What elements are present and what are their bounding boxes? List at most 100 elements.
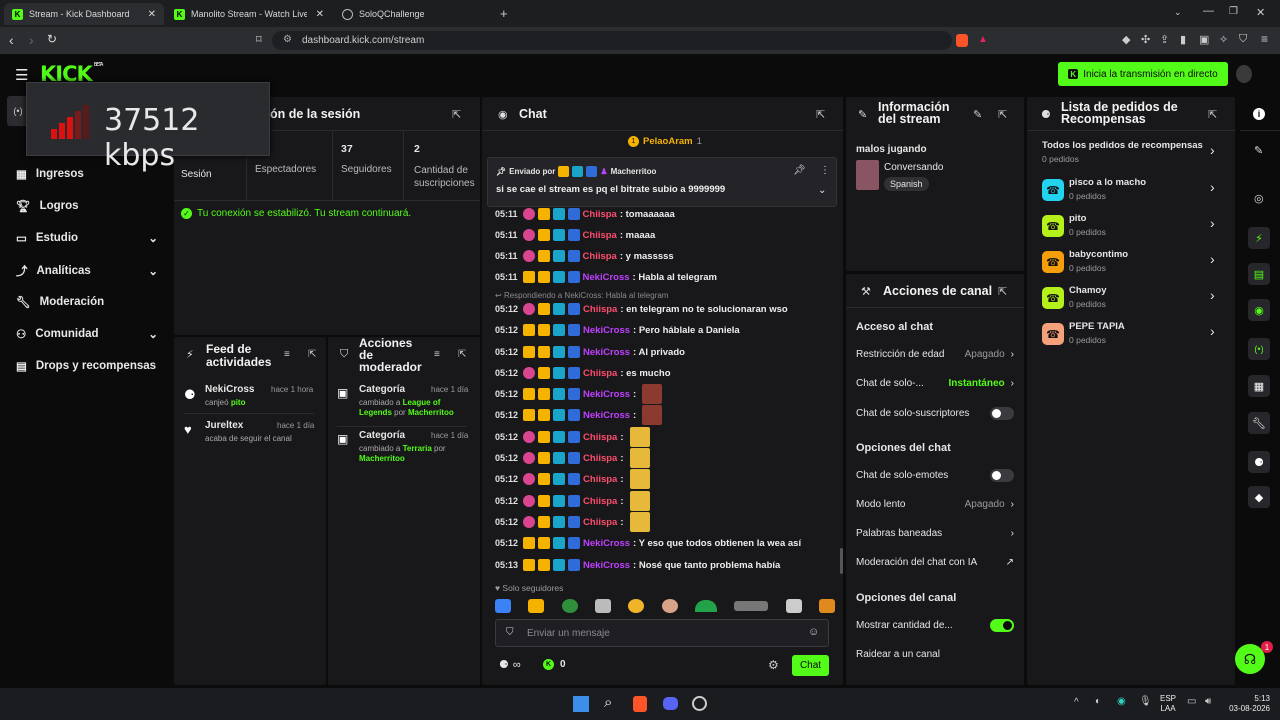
- tab-manolito-stream[interactable]: K Manolito Stream - Watch Live on ✕: [166, 3, 332, 25]
- ai-moderation-row[interactable]: Moderación del chat con IA ↗: [856, 557, 1014, 568]
- leo-ai-icon[interactable]: ✧: [1219, 33, 1228, 46]
- message-user[interactable]: Chiispa: [583, 209, 617, 220]
- minimize-icon[interactable]: —: [1203, 5, 1214, 17]
- extensions-icon[interactable]: ✣: [1141, 33, 1150, 46]
- chevron-down-icon[interactable]: ⌄: [148, 264, 158, 278]
- chat-message[interactable]: 05:12 NekiCross: Al privado: [495, 345, 685, 359]
- chat-message[interactable]: 05:12 Chiispa:: [495, 448, 650, 468]
- popout-icon[interactable]: ⇱: [308, 349, 316, 360]
- discord-icon[interactable]: [663, 697, 678, 710]
- language-indicator[interactable]: ESP LAA: [1160, 694, 1176, 714]
- chat-message[interactable]: 05:12 NekiCross: Y eso que todos obtienen…: [495, 536, 801, 550]
- reward-item[interactable]: ☎ PEPE TAPIA 0 pedidos ›: [1042, 320, 1222, 354]
- chat-message[interactable]: 05:12 Chiispa: es mucho: [495, 366, 671, 380]
- emote-icon[interactable]: [594, 599, 611, 613]
- tab-search-icon[interactable]: ⌄: [1174, 7, 1182, 18]
- reward-item[interactable]: ☎ Chamoy 0 pedidos ›: [1042, 284, 1222, 318]
- camera-icon[interactable]: ◎: [1254, 192, 1264, 205]
- broadcast-icon[interactable]: (•): [1248, 338, 1270, 360]
- popout-icon[interactable]: ⇱: [998, 108, 1007, 121]
- gift-icon[interactable]: ◆: [1248, 486, 1270, 508]
- message-user[interactable]: NekiCross: [583, 325, 630, 336]
- new-tab-icon[interactable]: +: [500, 6, 508, 21]
- banned-words-row[interactable]: Palabras baneadas ›: [856, 528, 1014, 539]
- message-user[interactable]: Chiispa: [583, 251, 617, 262]
- chat-message[interactable]: 05:12 Chiispa: en telegram no te solucion…: [495, 302, 788, 316]
- unpin-icon[interactable]: 📌︎: [793, 165, 806, 176]
- chevron-down-icon[interactable]: ⌄: [148, 231, 158, 245]
- volume-icon[interactable]: 🔊︎: [1205, 696, 1211, 707]
- message-user[interactable]: NekiCross: [583, 560, 630, 571]
- message-user[interactable]: Chiispa: [583, 453, 617, 464]
- message-user[interactable]: Chiispa: [583, 368, 617, 379]
- community-icon[interactable]: ⚈: [1248, 451, 1270, 473]
- chat-input[interactable]: ⛉ Enviar un mensaje ☺: [495, 619, 829, 647]
- popout-icon[interactable]: ⇱: [458, 349, 466, 360]
- message-user[interactable]: NekiCross: [583, 272, 630, 283]
- message-user[interactable]: NekiCross: [583, 410, 630, 421]
- popout-icon[interactable]: ⇱: [816, 108, 825, 121]
- sidebar-item-comunidad[interactable]: ⚇ Comunidad ⌄: [16, 327, 158, 341]
- message-user[interactable]: Chiispa: [583, 517, 617, 528]
- chat-message[interactable]: 05:11 NekiCross: Habla al telegram: [495, 270, 717, 284]
- send-chat-button[interactable]: Chat: [792, 655, 829, 676]
- emotes-only-toggle[interactable]: [990, 469, 1014, 482]
- chat-bubble-icon[interactable]: ◉: [1248, 299, 1270, 321]
- message-user[interactable]: NekiCross: [583, 389, 630, 400]
- chat-message[interactable]: 05:12 NekiCross:: [495, 405, 663, 425]
- pencil-icon[interactable]: ✎: [1254, 144, 1263, 157]
- sidebar-item-drops[interactable]: ▤ Drops y recompensas: [16, 359, 158, 373]
- microphone-icon[interactable]: 🎙︎: [1139, 696, 1152, 707]
- info-icon[interactable]: i: [1253, 108, 1265, 120]
- sidebar-item-logros[interactable]: 🏆︎ Logros: [16, 199, 158, 213]
- pencil-icon[interactable]: ✎: [973, 108, 982, 121]
- wallet-icon[interactable]: ◆: [1122, 33, 1130, 46]
- sidebar-item-analiticas[interactable]: ⤴ Analíticas ⌄: [16, 263, 158, 279]
- chat-message[interactable]: 05:12 Chiispa:: [495, 427, 650, 447]
- layout-icon[interactable]: ▦: [1248, 375, 1270, 397]
- chat-message[interactable]: 05:12 NekiCross: Pero háblale a Daniela: [495, 323, 740, 337]
- message-user[interactable]: Chiispa: [583, 230, 617, 241]
- chat-message[interactable]: 05:13 NekiCross: Nosé que tanto problema …: [495, 558, 780, 572]
- brave-shields-icon[interactable]: [956, 34, 968, 47]
- menu-icon[interactable]: ≡: [1261, 32, 1268, 46]
- chevron-up-icon[interactable]: ^: [1074, 697, 1079, 708]
- share-icon[interactable]: ⇪: [1160, 33, 1169, 46]
- close-tab-icon[interactable]: ✕: [316, 9, 324, 20]
- emoji-icon[interactable]: ☺: [808, 626, 819, 638]
- message-user[interactable]: Chiispa: [583, 474, 617, 485]
- more-options-icon[interactable]: ⋮: [820, 165, 830, 176]
- reward-item[interactable]: ☎ pisco a lo macho 0 pedidos ›: [1042, 176, 1222, 210]
- emote-icon[interactable]: [694, 600, 717, 612]
- emote-icon[interactable]: [661, 599, 678, 613]
- bookmark-icon[interactable]: ⌑: [256, 33, 262, 46]
- tray-icon[interactable]: ◉: [1117, 696, 1126, 707]
- message-user[interactable]: Chiispa: [583, 496, 617, 507]
- chevron-down-icon[interactable]: ⌄: [148, 327, 158, 341]
- close-window-icon[interactable]: ✕: [1256, 6, 1265, 19]
- reward-item[interactable]: ☎ babycontimo 0 pedidos ›: [1042, 248, 1222, 282]
- chat-message[interactable]: 05:12 NekiCross:: [495, 384, 663, 404]
- document-icon[interactable]: ▤: [1248, 263, 1270, 285]
- top-gifter[interactable]: 1 PelaoAram 1: [628, 136, 702, 147]
- emote-icon[interactable]: [561, 599, 578, 613]
- all-rewards-row[interactable]: Todos los pedidos de recompensas 0 pedid…: [1042, 140, 1222, 166]
- sidebar-toggle-icon[interactable]: ▮: [1180, 33, 1186, 46]
- kick-points[interactable]: K 0: [543, 659, 566, 670]
- age-restriction-row[interactable]: Restricción de edad Apagado ›: [856, 349, 1014, 360]
- community-points[interactable]: ⚈ ∞: [499, 658, 521, 672]
- emote-icon[interactable]: [734, 601, 769, 611]
- go-live-button[interactable]: K Inicia la transmisión en directo: [1058, 62, 1228, 86]
- chat-message[interactable]: 05:12 Chiispa:: [495, 491, 650, 511]
- sidebar-item-moderacion[interactable]: 🔧︎ Moderación: [16, 295, 158, 309]
- slow-mode-row[interactable]: Modo lento Apagado ›: [856, 499, 1014, 510]
- chat-message[interactable]: 05:11 Chiispa: tomaaaaaa: [495, 207, 675, 221]
- popout-icon[interactable]: ⇱: [452, 108, 461, 121]
- reward-item[interactable]: ☎ pito 0 pedidos ›: [1042, 212, 1222, 246]
- chat-message[interactable]: 05:12 Chiispa:: [495, 512, 650, 532]
- chat-scrollbar[interactable]: [840, 548, 843, 574]
- sidebar-item-estudio[interactable]: ▭ Estudio ⌄: [16, 231, 158, 245]
- popout-icon[interactable]: ⇱: [998, 285, 1007, 298]
- clock[interactable]: 5:13 03-08-2026: [1224, 694, 1270, 714]
- gear-icon[interactable]: ⚙: [768, 658, 779, 672]
